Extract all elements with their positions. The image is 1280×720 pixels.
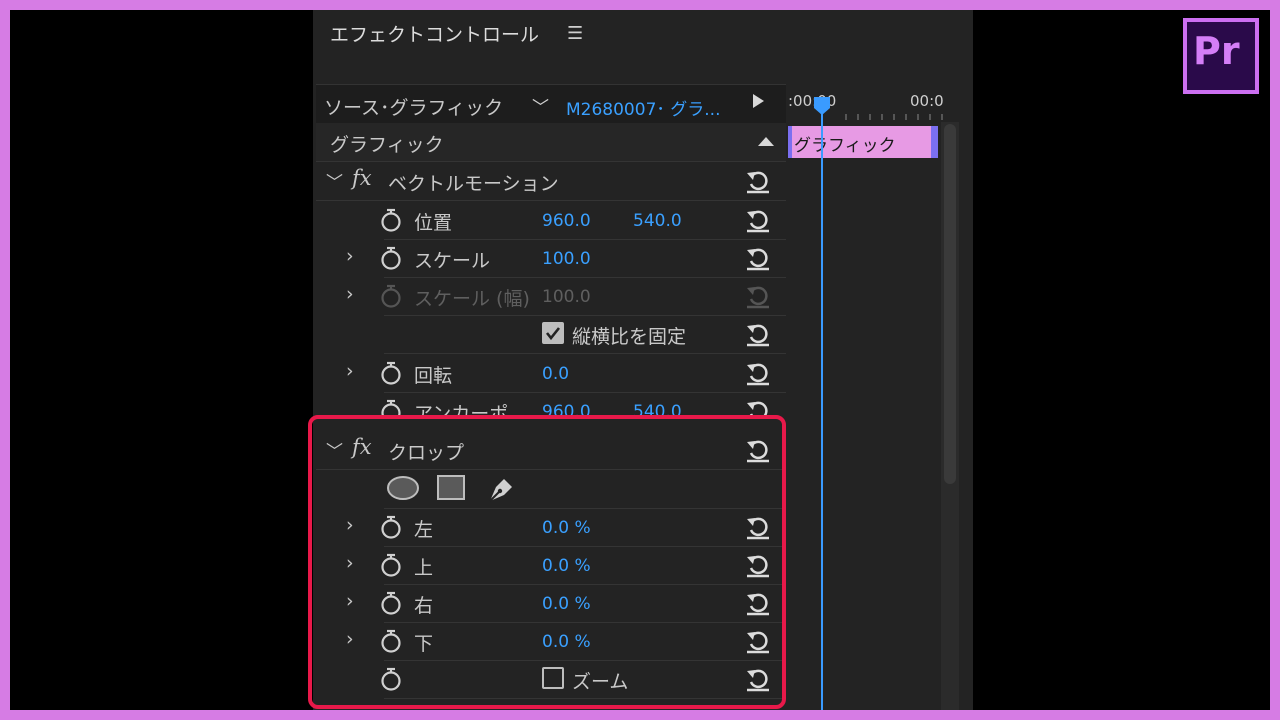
position-x-value[interactable]: 960.0: [542, 211, 591, 231]
reset-icon[interactable]: [744, 397, 772, 416]
panel-title: エフェクトコントロール: [330, 24, 540, 46]
chevron-down-icon[interactable]: ﹀: [326, 168, 343, 193]
hamburger-icon[interactable]: ☰: [567, 23, 583, 44]
stopwatch-icon[interactable]: [380, 246, 402, 270]
scale-width-value: 100.0: [542, 287, 591, 307]
position-label: 位置: [414, 212, 453, 234]
position-y-value[interactable]: 540.0: [633, 211, 682, 231]
play-icon[interactable]: [753, 94, 764, 108]
chevron-right-icon[interactable]: ›: [346, 360, 354, 382]
vertical-scrollbar[interactable]: [941, 122, 959, 710]
uniform-scale-label: 縦横比を固定: [572, 326, 687, 348]
reset-icon[interactable]: [744, 206, 772, 234]
scale-width-row: › スケール (幅) 100.0: [316, 277, 786, 316]
stopwatch-icon[interactable]: [380, 361, 402, 385]
crop-highlight-box: [308, 415, 786, 709]
scale-label: スケール: [414, 250, 491, 272]
rotation-label: 回転: [414, 365, 453, 387]
check-icon: [545, 327, 561, 341]
reset-icon[interactable]: [744, 359, 772, 387]
reset-icon: [747, 286, 769, 309]
stopwatch-icon[interactable]: [380, 399, 402, 416]
reset-icon[interactable]: [744, 167, 772, 195]
clip-bar-label: グラフィック: [794, 136, 896, 156]
reset-icon[interactable]: [744, 244, 772, 272]
stopwatch-icon: [381, 284, 401, 308]
chevron-right-icon[interactable]: ›: [346, 283, 354, 305]
anchor-point-row: アンカーポ... 960.0 540.0: [316, 392, 786, 416]
reset-icon[interactable]: [744, 320, 772, 348]
scale-width-label: スケール (幅): [414, 288, 530, 310]
anchor-x-value[interactable]: 960.0: [542, 402, 591, 416]
anchor-y-value[interactable]: 540.0: [633, 402, 682, 416]
scale-row: › スケール 100.0: [316, 239, 786, 278]
playhead-handle[interactable]: [813, 96, 831, 116]
rotation-value[interactable]: 0.0: [542, 364, 569, 384]
scrollbar-thumb[interactable]: [944, 124, 956, 484]
graphic-clip-bar[interactable]: グラフィック: [788, 126, 938, 158]
chevron-down-icon[interactable]: ﹀: [532, 93, 549, 118]
chevron-right-icon[interactable]: ›: [346, 245, 354, 267]
graphic-section-label: グラフィック: [330, 134, 444, 156]
graphic-section-header[interactable]: グラフィック: [316, 123, 786, 162]
position-row: 位置 960.0 540.0: [316, 201, 786, 240]
uniform-scale-checkbox[interactable]: [542, 322, 564, 344]
uniform-scale-row: 縦横比を固定: [316, 315, 786, 354]
vector-motion-label: ベクトルモーション: [388, 173, 559, 195]
clip-start-handle[interactable]: [788, 126, 792, 158]
fx-icon[interactable]: fx: [352, 166, 372, 190]
source-bar: ソース･グラフィック ﹀ M2680007･ グラ...: [316, 84, 786, 124]
scale-value[interactable]: 100.0: [542, 249, 591, 269]
clip-end-handle[interactable]: [931, 126, 938, 158]
stage: エフェクトコントロール ☰ ソース･グラフィック ﹀ M2680007･ グラ.…: [10, 10, 1270, 710]
stopwatch-icon[interactable]: [380, 208, 402, 232]
premiere-pro-logo: Pr: [1183, 18, 1259, 94]
vector-motion-row[interactable]: ﹀ fx ベクトルモーション: [316, 162, 786, 201]
rotation-row: › 回転 0.0: [316, 354, 786, 393]
anchor-point-label: アンカーポ...: [414, 403, 527, 416]
source-clip-dropdown[interactable]: M2680007･ グラ...: [566, 95, 721, 120]
playhead-line[interactable]: [821, 100, 823, 710]
source-label: ソース･グラフィック: [324, 97, 504, 119]
collapse-up-icon[interactable]: [758, 135, 774, 147]
logo-text: Pr: [1193, 29, 1240, 73]
